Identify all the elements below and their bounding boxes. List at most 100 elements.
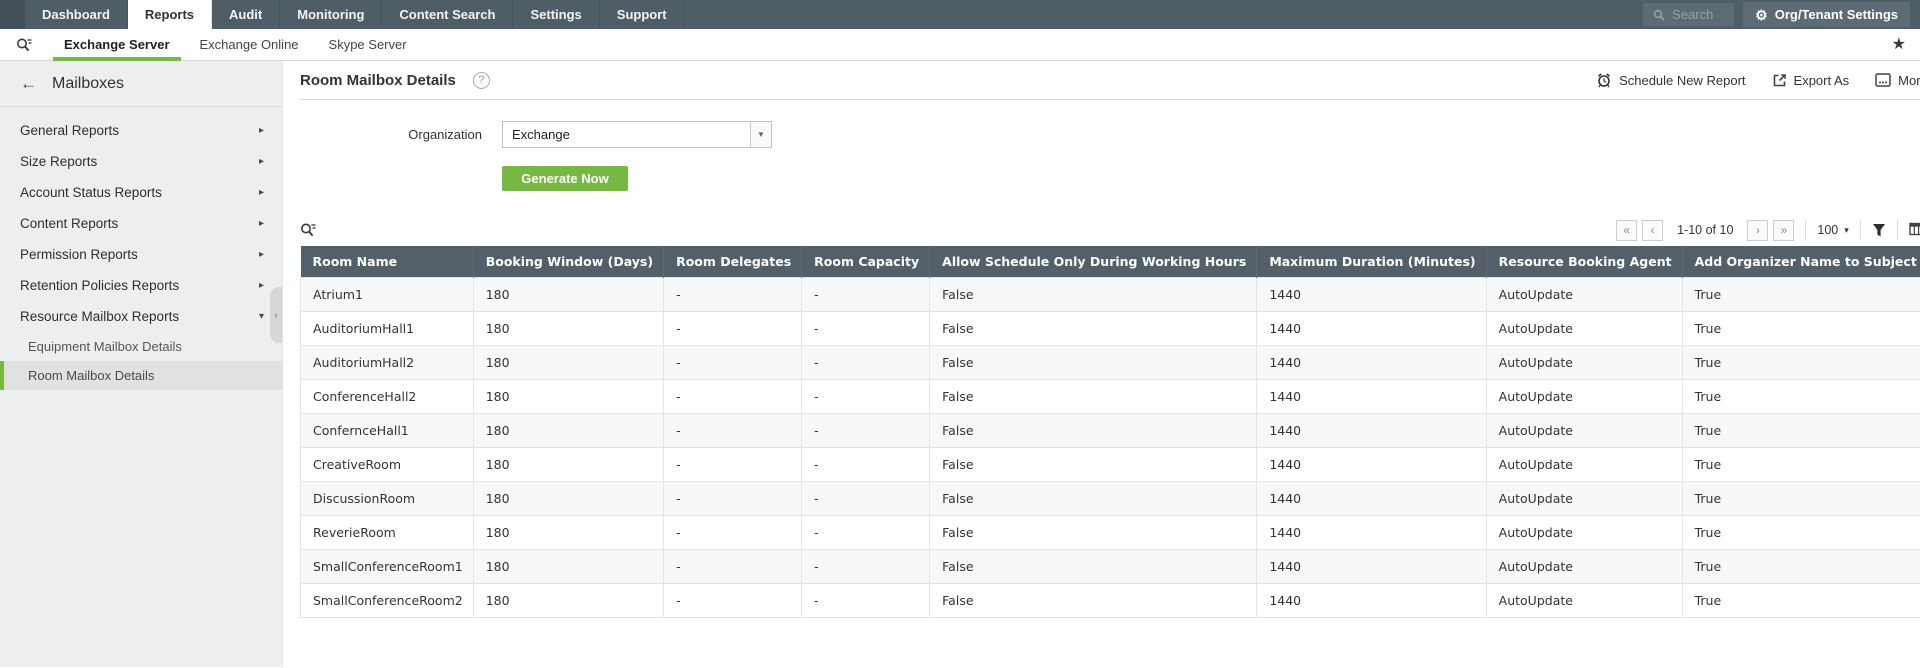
export-as-label: Export As	[1793, 72, 1850, 88]
sidebar-item-label: Retention Policies Reports	[20, 278, 180, 293]
table-cell: -	[663, 515, 803, 550]
page-size-dropdown[interactable]: 100 ▾	[1817, 223, 1848, 237]
filter-icon[interactable]	[1872, 223, 1886, 238]
organization-select[interactable]: Exchange ▼	[502, 121, 772, 148]
sidebar-title: Mailboxes	[52, 74, 125, 92]
search-icon	[1654, 9, 1665, 21]
export-as-button[interactable]: Export As	[1772, 72, 1850, 88]
sidebar-item[interactable]: Resource Mailbox Reports ▾	[0, 301, 282, 332]
global-search-box[interactable]	[1643, 3, 1735, 26]
advanced-search-icon[interactable]	[16, 37, 33, 53]
sidebar-item[interactable]: Size Reports ▸	[0, 146, 282, 177]
column-header[interactable]: Room Capacity	[801, 246, 931, 278]
table-cell: -	[663, 277, 803, 312]
table-row[interactable]: ConferenceHall2 180- - False 1440 AutoUpdate T…	[300, 379, 1920, 414]
table-cell: AutoUpdate	[1485, 549, 1683, 584]
table-row[interactable]: AuditoriumHall1 180- - False 1440 AutoUpdate T…	[300, 311, 1920, 346]
table-cell: -	[663, 549, 803, 584]
report-tab[interactable]: Exchange Online	[185, 29, 314, 61]
sidebar-subitem[interactable]: Equipment Mailbox Details	[0, 332, 282, 361]
table-cell: -	[663, 311, 803, 346]
column-header[interactable]: Maximum Duration (Minutes)	[1256, 246, 1487, 278]
table-cell: -	[663, 345, 803, 380]
generate-now-button[interactable]: Generate Now	[502, 166, 628, 191]
favorite-star-icon[interactable]: ★	[1892, 36, 1906, 53]
table-row[interactable]: Atrium1 180- - False 1440 AutoUpdate True	[300, 277, 1920, 312]
header-divider	[300, 99, 1920, 100]
column-header[interactable]: Room Name	[300, 246, 474, 278]
report-tabs: Exchange Server Exchange Online Skype Se…	[49, 29, 422, 61]
sidebar-item-label: Permission Reports	[20, 247, 138, 262]
gear-icon: ⚙	[1755, 6, 1768, 23]
sidebar-item[interactable]: Account Status Reports ▸	[0, 177, 282, 208]
org-tenant-settings-label: Org/Tenant Settings	[1774, 7, 1898, 22]
alarm-clock-icon	[1598, 73, 1611, 88]
column-header[interactable]: Room Delegates	[663, 246, 803, 278]
table-cell: -	[801, 549, 931, 584]
nav-tab-label: Content Search	[399, 7, 496, 22]
chevron-icon: ▾	[258, 311, 264, 322]
nav-tab[interactable]: Settings	[513, 0, 600, 29]
table-cell: -	[801, 345, 931, 380]
table-row[interactable]: AuditoriumHall2 180- - False 1440 AutoUpdate T…	[300, 345, 1920, 380]
table-row[interactable]: ConfernceHall1 180- - False 1440 AutoUpdate Tr…	[300, 413, 1920, 448]
nav-tab[interactable]: Content Search	[382, 0, 514, 29]
first-page-button[interactable]: «	[1616, 219, 1638, 241]
org-tenant-settings-button[interactable]: ⚙ Org/Tenant Settings	[1743, 2, 1910, 27]
schedule-new-report-button[interactable]: Schedule New Report	[1596, 72, 1746, 88]
column-header[interactable]: Booking Window (Days)	[473, 246, 665, 278]
back-arrow-icon[interactable]: ←	[20, 74, 37, 94]
help-icon[interactable]: ?	[472, 71, 490, 89]
column-header[interactable]: Resource Booking Agent	[1486, 246, 1683, 278]
table-row[interactable]: ReverieRoom 180- - False 1440 AutoUpdate True	[300, 515, 1920, 550]
table-cell: -	[663, 447, 803, 482]
table-cell: True	[1681, 549, 1920, 584]
collapse-arrow-icon: ‹	[274, 309, 278, 321]
table-cell: 1440	[1256, 583, 1487, 618]
column-header[interactable]: Add Organizer Name to Subject	[1682, 246, 1920, 278]
organization-select-value: Exchange	[512, 127, 570, 142]
table-cell: -	[663, 413, 803, 448]
table-row[interactable]: SmallConferenceRoom2 180- - False 1440 AutoUp…	[300, 583, 1920, 618]
table-row[interactable]: DiscussionRoom 180- - False 1440 AutoUpdate Tr…	[300, 481, 1920, 516]
toolbar-separator	[1896, 220, 1898, 240]
sidebar-item[interactable]: General Reports ▸	[0, 115, 282, 146]
sidebar-item[interactable]: Permission Reports ▸	[0, 239, 282, 270]
table-cell: Atrium1	[300, 277, 474, 312]
nav-tab[interactable]: Monitoring	[280, 0, 383, 29]
table-search-icon[interactable]	[300, 222, 317, 238]
last-page-button[interactable]: »	[1773, 219, 1795, 241]
table-cell: SmallConferenceRoom1	[300, 549, 474, 584]
next-page-button[interactable]: ›	[1747, 219, 1769, 241]
report-tab[interactable]: Skype Server	[314, 29, 422, 61]
report-tab[interactable]: Exchange Server	[49, 29, 185, 61]
nav-tabs: Dashboard Reports Audit Monitoring Conte…	[25, 0, 685, 29]
table-cell: -	[801, 583, 931, 618]
column-chooser-icon[interactable]	[1909, 222, 1920, 238]
sidebar: ← Mailboxes General Reports ▸ Size Repor…	[0, 61, 283, 667]
nav-tab[interactable]: Reports	[127, 0, 213, 29]
nav-tab[interactable]: Dashboard	[25, 0, 128, 29]
previous-page-button[interactable]: ‹	[1642, 219, 1664, 241]
column-header[interactable]: Allow Schedule Only During Working Hours	[929, 246, 1258, 278]
sidebar-item-label: Account Status Reports	[20, 185, 162, 200]
table-cell: SmallConferenceRoom2	[300, 583, 474, 618]
sidebar-subitem[interactable]: Room Mailbox Details	[0, 361, 282, 390]
table-cell: AutoUpdate	[1485, 277, 1683, 312]
search-input[interactable]	[1672, 7, 1725, 22]
nav-tab-label: Reports	[144, 7, 195, 22]
table-header-row: Room Name Booking Window (Days) Room Deleg…	[300, 246, 1920, 278]
nav-tab[interactable]: Audit	[212, 0, 281, 29]
sidebar-item[interactable]: Content Reports ▸	[0, 208, 282, 239]
table-cell: 1440	[1256, 447, 1487, 482]
table-cell: AutoUpdate	[1485, 447, 1683, 482]
table-row[interactable]: SmallConferenceRoom1 180- - False 1440 AutoUp…	[300, 549, 1920, 584]
table-row[interactable]: CreativeRoom 180- - False 1440 AutoUpdate True	[300, 447, 1920, 482]
table-cell: AutoUpdate	[1485, 311, 1683, 346]
table-cell: False	[929, 481, 1258, 516]
sidebar-item[interactable]: Retention Policies Reports ▸	[0, 270, 282, 301]
nav-tab[interactable]: Support	[600, 0, 685, 29]
sidebar-collapse-handle[interactable]: ‹	[270, 287, 282, 343]
sidebar-subitem-list: Equipment Mailbox Details Room Mailbox D…	[0, 332, 282, 390]
more-button[interactable]: More	[1875, 73, 1920, 88]
